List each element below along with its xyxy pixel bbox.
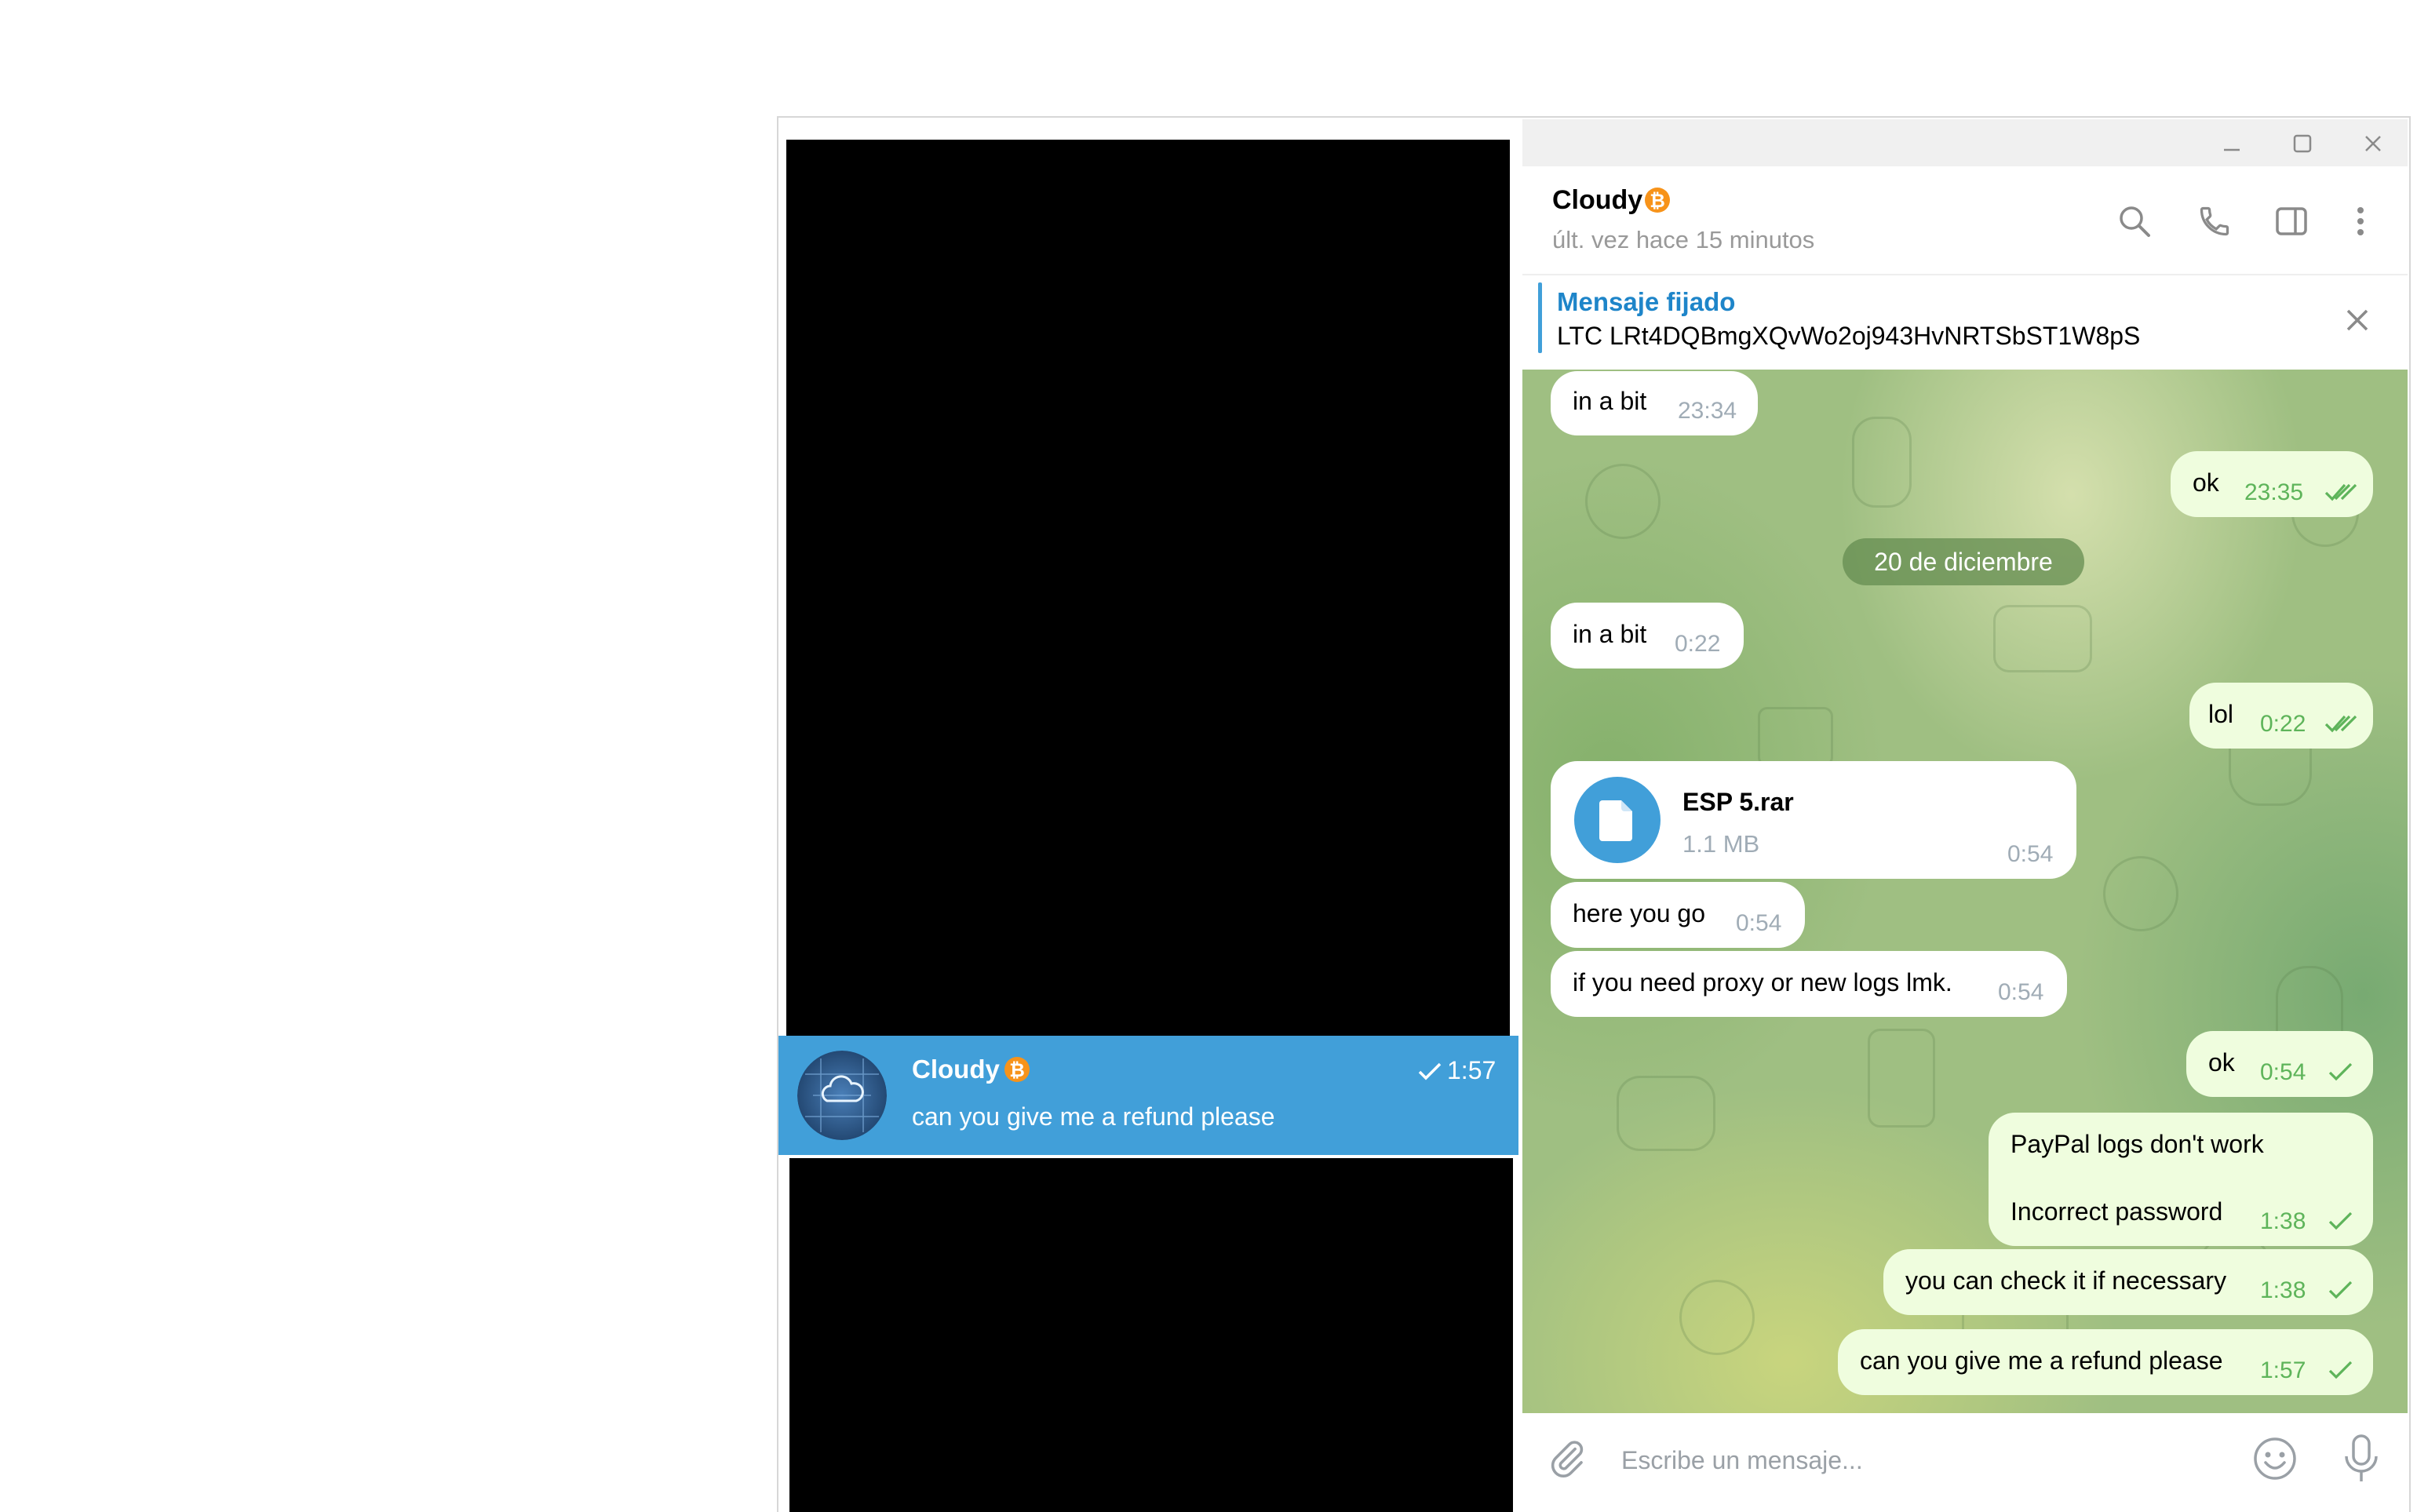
phone-icon[interactable] <box>2193 199 2237 243</box>
message-incoming[interactable]: here you go 0:54 <box>1551 882 1805 948</box>
chat-list-item-cloudy[interactable] <box>778 1036 1518 1155</box>
message-incoming[interactable]: if you need proxy or new logs lmk. 0:54 <box>1551 951 2067 1017</box>
check-icon <box>2328 1062 2353 1081</box>
message-incoming[interactable]: in a bit 23:34 <box>1551 371 1758 435</box>
contact-name[interactable]: Cloudy <box>1552 185 1642 216</box>
date-separator: 20 de diciembre <box>1843 538 2084 585</box>
message-text-line1: PayPal logs don't work <box>2011 1130 2264 1158</box>
message-outgoing[interactable]: can you give me a refund please 1:57 <box>1838 1329 2373 1395</box>
chat-time: 1:57 <box>1417 1056 1496 1085</box>
message-time: 0:54 <box>1736 910 1782 936</box>
check-icon <box>2328 1361 2353 1379</box>
message-input[interactable] <box>1620 1436 2235 1485</box>
svg-text:₿: ₿ <box>1009 1059 1025 1081</box>
message-time: 1:57 <box>2260 1357 2306 1383</box>
paperclip-icon[interactable] <box>1546 1437 1588 1480</box>
message-outgoing[interactable]: ok 23:35 <box>2171 451 2373 517</box>
chat-name: Cloudy <box>912 1055 1000 1084</box>
file-name: ESP 5.rar <box>1682 788 1794 816</box>
message-outgoing[interactable]: ok 0:54 <box>2186 1031 2373 1097</box>
message-text: in a bit <box>1573 387 1647 415</box>
message-time: 0:54 <box>1998 979 2044 1005</box>
emoji-icon[interactable] <box>2251 1434 2299 1483</box>
message-text: here you go <box>1573 899 1706 927</box>
bitcoin-emoji: ₿ <box>1003 1054 1031 1089</box>
message-outgoing[interactable]: you can check it if necessary 1:38 <box>1883 1249 2373 1315</box>
search-icon[interactable] <box>2113 199 2156 243</box>
more-vertical-icon[interactable] <box>2339 199 2382 243</box>
title-bar <box>1522 119 2408 166</box>
pinned-title: Mensaje fijado <box>1557 287 1736 316</box>
message-time: 0:22 <box>1675 631 1721 657</box>
message-outgoing[interactable]: PayPal logs don't work Incorrect passwor… <box>1989 1113 2373 1246</box>
svg-text:₿: ₿ <box>1650 190 1665 212</box>
file-size: 1.1 MB <box>1682 830 1760 858</box>
message-text: in a bit <box>1573 620 1647 648</box>
file-document-icon[interactable] <box>1574 777 1661 863</box>
microphone-icon[interactable] <box>2342 1433 2381 1485</box>
pinned-text: LTC LRt4DQBmgXQvWo2oj943HvNRTSbST1W8pS <box>1557 322 2141 350</box>
message-time: 1:38 <box>2260 1277 2306 1303</box>
avatar <box>797 1051 887 1140</box>
message-text: ok <box>2193 468 2219 497</box>
chat-last-message: can you give me a refund please <box>912 1102 1275 1131</box>
message-outgoing[interactable]: lol 0:22 <box>2189 683 2373 749</box>
check-icon <box>2328 1281 2353 1299</box>
bitcoin-emoji: ₿ <box>1643 184 1671 220</box>
sidebar-toggle-icon[interactable] <box>2269 199 2313 243</box>
check-icon <box>1418 1062 1442 1080</box>
close-icon[interactable] <box>2350 126 2397 162</box>
close-pinned-icon[interactable] <box>2339 301 2376 339</box>
message-time: 23:35 <box>2244 479 2304 505</box>
message-time: 0:22 <box>2260 711 2306 737</box>
message-text: can you give me a refund please <box>1860 1346 2223 1375</box>
message-time: 0:54 <box>2007 841 2054 867</box>
double-check-icon <box>2324 483 2357 501</box>
message-text: lol <box>2208 700 2234 728</box>
message-time: 23:34 <box>1678 398 1737 424</box>
message-text: if you need proxy or new logs lmk. <box>1573 968 1952 996</box>
chat-time-text: 1:57 <box>1447 1056 1496 1084</box>
message-time: 0:54 <box>2260 1059 2306 1085</box>
redacted-area-top <box>786 140 1510 1036</box>
message-incoming[interactable]: in a bit 0:22 <box>1551 603 1744 669</box>
pinned-accent-bar <box>1538 282 1542 353</box>
double-check-icon <box>2324 715 2357 733</box>
message-text: you can check it if necessary <box>1905 1266 2227 1295</box>
message-text: ok <box>2208 1048 2235 1077</box>
check-icon <box>2328 1211 2353 1230</box>
message-text-line2: Incorrect password <box>2011 1197 2223 1226</box>
message-time: 1:38 <box>2260 1208 2306 1234</box>
maximize-icon[interactable] <box>2279 126 2326 162</box>
contact-status: últ. vez hace 15 minutos <box>1552 226 1815 253</box>
redacted-area-bottom <box>789 1158 1513 1512</box>
minimize-icon[interactable] <box>2208 126 2255 162</box>
